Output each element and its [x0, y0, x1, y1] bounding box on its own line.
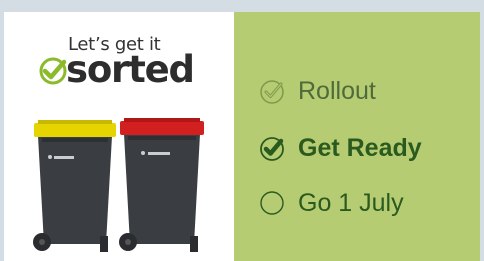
status-label: Rollout — [298, 76, 376, 105]
circle-outline-icon — [260, 191, 284, 215]
status-label: Get Ready — [298, 133, 422, 162]
logo-wordmark: sorted — [66, 48, 195, 91]
yellow-lid-bin — [33, 120, 116, 252]
logo-check-icon — [39, 57, 67, 85]
status-label: Go 1 July — [298, 188, 404, 217]
status-item-rollout: Rollout — [258, 74, 376, 108]
check-filled-icon — [260, 137, 284, 161]
sorted-logo: Let’s get it sorted — [38, 34, 198, 96]
status-item-get-ready: Get Ready — [258, 131, 422, 165]
status-item-go-live: Go 1 July — [258, 186, 404, 220]
status-list: Rollout Get Ready Go 1 July — [234, 12, 480, 261]
wheelie-bins-image — [33, 118, 204, 252]
status-panel: Rollout Get Ready Go 1 July — [234, 12, 480, 261]
red-lid-bin — [119, 118, 204, 252]
banner: Let’s get it sorted Rollout Get Ready Go… — [0, 0, 484, 261]
check-outline-icon — [260, 80, 284, 104]
image-panel: Let’s get it sorted — [4, 12, 234, 261]
